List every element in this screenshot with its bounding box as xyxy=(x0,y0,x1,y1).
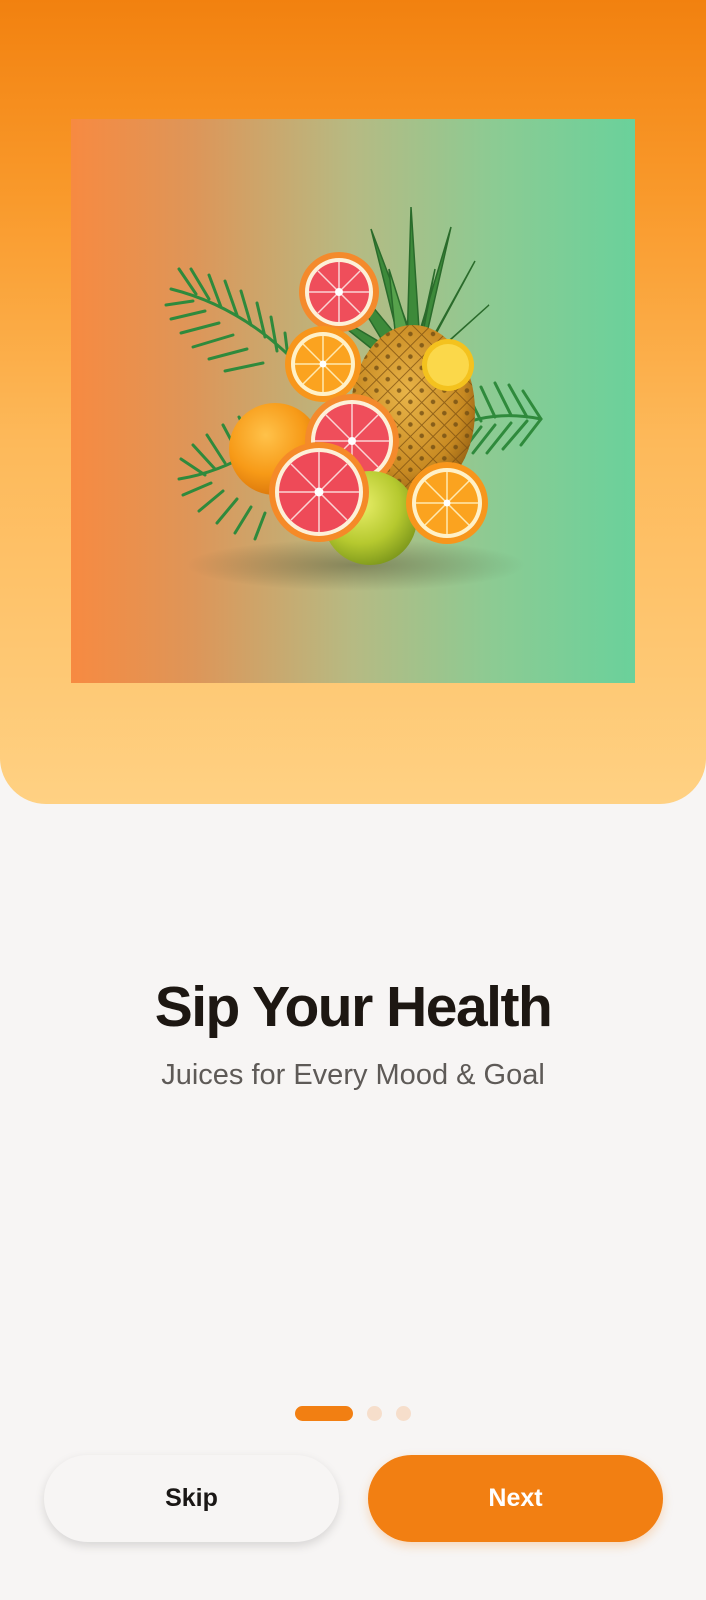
onboarding-title: Sip Your Health xyxy=(154,975,553,1039)
skip-button[interactable]: Skip xyxy=(44,1455,339,1542)
onboarding-subtitle: Juices for Every Mood & Goal xyxy=(161,1059,545,1091)
next-button[interactable]: Next xyxy=(368,1455,663,1542)
page-indicator-dot xyxy=(396,1405,411,1421)
page-indicator-dot xyxy=(367,1405,382,1421)
hero-banner xyxy=(0,0,706,804)
page-indicator xyxy=(0,1405,706,1421)
fruit-illustration xyxy=(71,119,635,683)
page-indicator-dot-active xyxy=(295,1405,353,1421)
